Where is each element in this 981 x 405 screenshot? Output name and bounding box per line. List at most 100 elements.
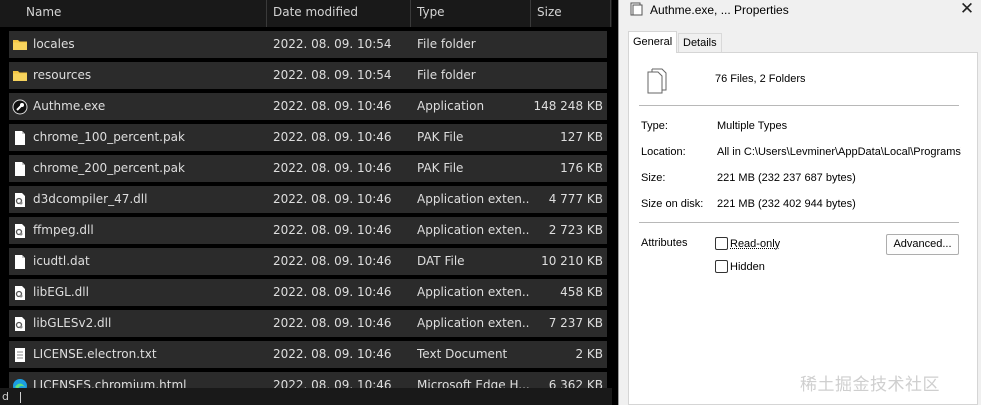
size-value: 221 MB (232 237 687 bytes) (717, 172, 856, 184)
column-divider[interactable] (410, 0, 411, 27)
file-date: 2022. 08. 09. 10:46 (273, 192, 392, 206)
location-value: All in C:\Users\Levminer\AppData\Local\P… (717, 146, 961, 158)
file-date: 2022. 08. 09. 10:54 (273, 68, 392, 82)
column-date[interactable]: Date modified (273, 0, 358, 27)
file-type: Application exten... (417, 285, 529, 299)
location-label: Location: (641, 146, 686, 158)
file-name: Authme.exe (33, 99, 106, 113)
file-type: PAK File (417, 130, 464, 144)
file-name: ffmpeg.dll (33, 223, 94, 237)
status-bar: d (0, 388, 612, 405)
file-name: resources (33, 68, 92, 82)
column-divider[interactable] (610, 0, 611, 27)
divider (639, 105, 959, 106)
file-size (531, 31, 603, 58)
file-size: 458 KB (560, 285, 603, 299)
file-size (531, 62, 603, 89)
column-type[interactable]: Type (417, 0, 445, 27)
file-type: Application exten... (417, 223, 529, 237)
dll-icon (15, 224, 25, 238)
size-on-disk-label: Size on disk: (641, 198, 704, 210)
file-row[interactable]: locales 2022. 08. 09. 10:54 File folder (9, 31, 607, 58)
file-type: DAT File (417, 254, 465, 268)
file-type: File folder (417, 37, 476, 51)
readonly-label[interactable]: Read-only (730, 237, 780, 251)
multiple-files-icon (647, 68, 667, 94)
app-icon (12, 99, 28, 115)
file-row[interactable]: resources 2022. 08. 09. 10:54 File folder (9, 62, 607, 89)
file-size: 148 248 KB (533, 99, 603, 113)
folder-icon (13, 40, 27, 50)
attributes-label: Attributes (641, 237, 688, 249)
column-divider[interactable] (530, 0, 531, 27)
divider (639, 222, 959, 223)
file-row[interactable]: libEGL.dll 2022. 08. 09. 10:46 Application… (9, 279, 607, 306)
file-name: d3dcompiler_47.dll (33, 192, 148, 206)
file-row[interactable]: LICENSE.electron.txt 2022. 08. 09. 10:46 T… (9, 341, 607, 368)
folder-icon (13, 71, 27, 81)
file-name: locales (33, 37, 75, 51)
file-properties-icon (630, 2, 643, 16)
hidden-label[interactable]: Hidden (730, 260, 765, 274)
file-icon (15, 131, 25, 145)
file-name: libGLESv2.dll (33, 316, 112, 330)
file-size: 2 723 KB (548, 223, 603, 237)
file-name: libEGL.dll (33, 285, 89, 299)
watermark-text: 稀土掘金技术社区 (800, 375, 940, 395)
size-on-disk-value: 221 MB (232 402 944 bytes) (717, 198, 856, 210)
file-row[interactable]: d3dcompiler_47.dll 2022. 08. 09. 10:46 App… (9, 186, 607, 213)
file-date: 2022. 08. 09. 10:46 (273, 316, 392, 330)
file-date: 2022. 08. 09. 10:46 (273, 254, 392, 268)
file-type: Text Document (417, 347, 508, 361)
file-row[interactable]: libGLESv2.dll 2022. 08. 09. 10:46 Applicat… (9, 310, 607, 337)
readonly-checkbox[interactable] (715, 237, 728, 250)
dll-icon (15, 317, 25, 331)
tab-general[interactable]: General (628, 31, 677, 53)
file-size: 127 KB (560, 130, 603, 144)
file-size: 176 KB (560, 161, 603, 175)
file-icon (15, 162, 25, 176)
properties-dialog: Authme.exe, ... Properties ✕ General Det… (618, 0, 981, 405)
file-date: 2022. 08. 09. 10:46 (273, 285, 392, 299)
file-icon (15, 255, 25, 269)
dialog-title: Authme.exe, ... Properties (650, 3, 789, 17)
advanced-button[interactable]: Advanced... (886, 234, 959, 255)
size-label: Size: (641, 172, 666, 184)
file-type: File folder (417, 68, 476, 82)
type-label: Type: (641, 120, 668, 132)
status-text: d (2, 390, 9, 403)
file-row[interactable]: chrome_100_percent.pak 2022. 08. 09. 10:4… (9, 124, 607, 151)
file-date: 2022. 08. 09. 10:46 (273, 347, 392, 361)
file-name: chrome_100_percent.pak (33, 130, 185, 144)
file-row[interactable]: ffmpeg.dll 2022. 08. 09. 10:46 Application… (9, 217, 607, 244)
column-name[interactable]: Name (26, 0, 61, 27)
column-size[interactable]: Size (537, 0, 562, 27)
file-row[interactable]: Authme.exe 2022. 08. 09. 10:46 Application… (9, 93, 607, 120)
file-date: 2022. 08. 09. 10:46 (273, 223, 392, 237)
file-size: 2 KB (575, 347, 603, 361)
general-panel: 76 Files, 2 Folders Type: Multiple Types… (628, 52, 978, 405)
file-type: Application (417, 99, 485, 113)
file-date: 2022. 08. 09. 10:46 (273, 99, 392, 113)
file-row[interactable]: icudtl.dat 2022. 08. 09. 10:46 DAT File 10 … (9, 248, 607, 275)
file-name: chrome_200_percent.pak (33, 161, 185, 175)
file-type: PAK File (417, 161, 464, 175)
file-name: icudtl.dat (33, 254, 90, 268)
sort-up-icon: ⌃ (136, 0, 145, 7)
file-date: 2022. 08. 09. 10:54 (273, 37, 392, 51)
file-type: Application exten... (417, 192, 529, 206)
file-size: 4 777 KB (548, 192, 603, 206)
hidden-checkbox[interactable] (715, 260, 728, 273)
file-size: 10 210 KB (541, 254, 603, 268)
column-header-bar: ⌃ Name Date modified Type Size (0, 0, 612, 27)
tab-details[interactable]: Details (678, 33, 722, 52)
file-date: 2022. 08. 09. 10:46 (273, 130, 392, 144)
file-type: Application exten... (417, 316, 529, 330)
file-row[interactable]: chrome_200_percent.pak 2022. 08. 09. 10:4… (9, 155, 607, 182)
status-divider (20, 391, 22, 403)
dll-icon (15, 286, 25, 300)
close-icon[interactable]: ✕ (958, 0, 976, 19)
file-name: LICENSE.electron.txt (33, 347, 157, 361)
column-divider[interactable] (266, 0, 267, 27)
type-value: Multiple Types (717, 120, 788, 132)
